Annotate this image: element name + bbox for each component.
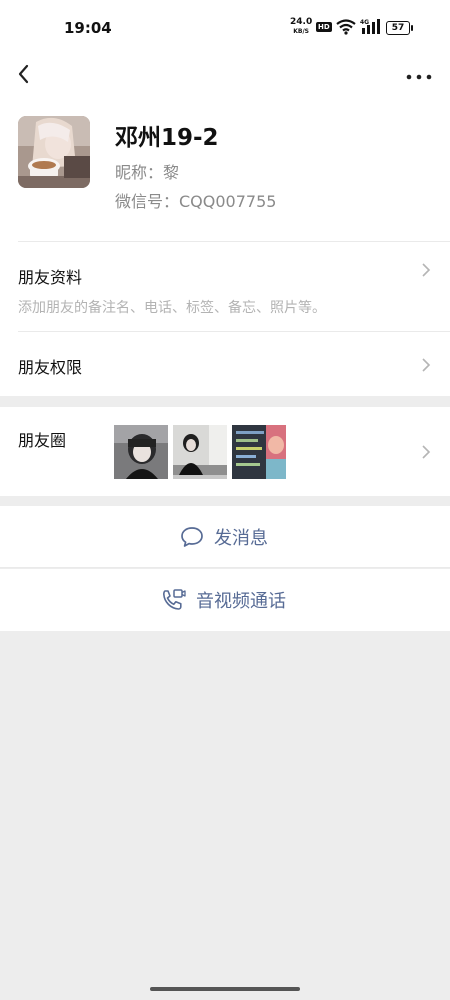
- network-speed-value: 24.0: [290, 17, 313, 27]
- wechat-id: 微信号：CQQ007755: [115, 192, 277, 211]
- signal-label: 4G: [360, 19, 369, 26]
- contact-name: 邓州19-2: [115, 125, 219, 151]
- send-message-button[interactable]: 发消息: [0, 506, 450, 568]
- battery-icon: 57: [386, 21, 413, 35]
- divider: [0, 567, 450, 568]
- video-call-button[interactable]: 音视频通话: [0, 569, 450, 631]
- friend-info-subtitle: 添加朋友的备注名、电话、标签、备忘、照片等。: [18, 300, 326, 316]
- moments-thumbnail: [173, 425, 227, 479]
- hd-badge: HD: [316, 22, 332, 32]
- chevron-left-icon[interactable]: [10, 58, 46, 94]
- video-call-label: 音视频通话: [196, 591, 286, 612]
- friend-permissions-row[interactable]: 朋友权限: [0, 332, 450, 396]
- chevron-right-icon: [422, 358, 431, 372]
- chevron-right-icon: [422, 263, 431, 277]
- chevron-right-icon: [422, 445, 431, 459]
- wifi-icon: [336, 19, 356, 35]
- moments-title: 朋友圈: [18, 431, 67, 450]
- moments-row[interactable]: 朋友圈: [0, 407, 450, 496]
- profile-header: 邓州19-2 昵称：黎 微信号：CQQ007755: [0, 96, 450, 242]
- chat-bubble-icon: [181, 527, 203, 547]
- home-indicator[interactable]: [150, 987, 300, 991]
- nav-bar: [0, 56, 450, 96]
- network-speed-unit: KB/S: [293, 28, 309, 35]
- contact-nickname: 昵称：黎: [115, 163, 180, 182]
- avatar[interactable]: [18, 116, 90, 188]
- send-message-label: 发消息: [214, 528, 268, 549]
- network-speed: 24.0 KB/S: [290, 18, 312, 36]
- friend-info-row[interactable]: 朋友资料 添加朋友的备注名、电话、标签、备忘、照片等。: [0, 242, 450, 332]
- phone-video-icon: [163, 589, 186, 610]
- moments-thumbnail: [114, 425, 168, 479]
- status-time: 19:04: [64, 19, 112, 37]
- friend-permissions-title: 朋友权限: [18, 358, 83, 377]
- friend-info-title: 朋友资料: [18, 268, 83, 287]
- signal-icon: 4G: [360, 19, 380, 34]
- status-bar: 19:04 24.0 KB/S HD 4G 57: [0, 0, 450, 56]
- more-icon[interactable]: [402, 62, 436, 90]
- moments-thumbnail: [232, 425, 286, 479]
